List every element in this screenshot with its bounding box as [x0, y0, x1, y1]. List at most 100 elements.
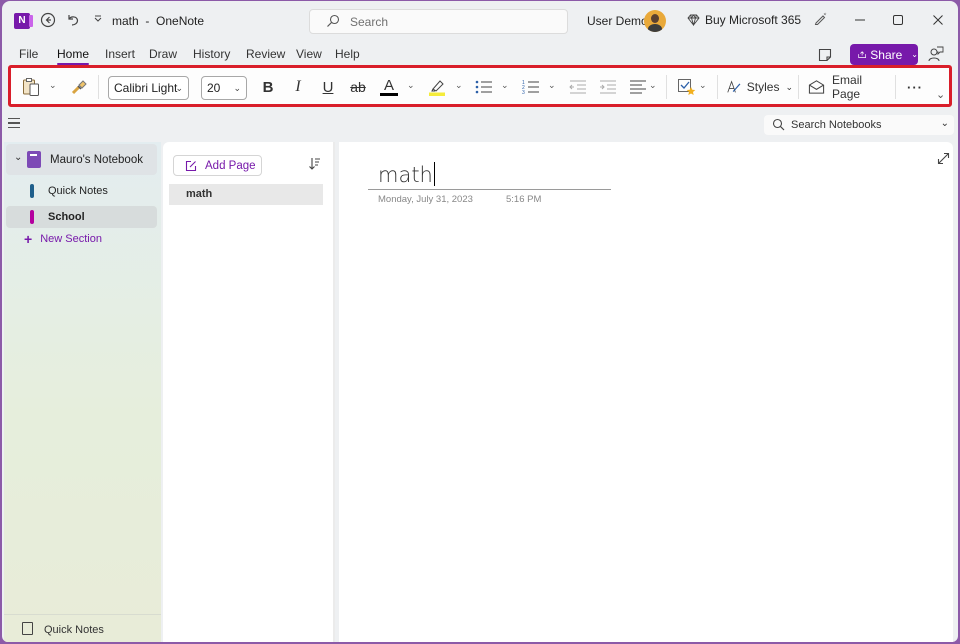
font-color-button[interactable]: A	[379, 76, 399, 98]
new-section-button[interactable]: + New Section	[24, 232, 102, 246]
maximize-button[interactable]	[888, 11, 908, 31]
italic-button[interactable]: I	[289, 76, 307, 98]
avatar[interactable]	[644, 10, 666, 32]
increase-indent-button[interactable]	[598, 76, 618, 98]
format-painter-icon[interactable]	[69, 76, 89, 98]
buy-microsoft-365-label: Buy Microsoft 365	[705, 13, 802, 27]
notebook-item[interactable]: ⌄ Mauro's Notebook	[6, 144, 157, 175]
share-button[interactable]: Share ⌄	[850, 44, 918, 65]
quick-notes-footer-label: Quick Notes	[44, 624, 104, 636]
styles-icon	[727, 80, 741, 93]
page-date: Monday, July 31, 2023	[378, 194, 473, 205]
separator	[666, 75, 667, 99]
font-name-dropdown[interactable]: Calibri Light ⌄	[108, 76, 189, 100]
close-button[interactable]	[928, 11, 948, 31]
search-notebooks-box[interactable]: Search Notebooks ⌄	[764, 115, 954, 135]
page-item-math[interactable]: math	[169, 184, 323, 205]
more-options-button[interactable]: ···	[904, 76, 926, 98]
underline-button[interactable]: U	[319, 76, 337, 98]
paste-dropdown-icon[interactable]: ⌄	[49, 80, 57, 91]
tab-review[interactable]: Review	[246, 47, 285, 61]
add-page-button[interactable]: Add Page	[173, 155, 262, 176]
minimize-button[interactable]	[850, 11, 870, 31]
sort-icon[interactable]	[308, 157, 321, 174]
back-icon[interactable]	[39, 12, 57, 30]
paragraph-alignment-button[interactable]	[628, 76, 648, 98]
search-box[interactable]: Search	[309, 9, 568, 34]
section-color-tab-icon	[30, 184, 34, 198]
window-title: math - OneNote	[112, 14, 205, 28]
notebook-sidebar: ⌄ Mauro's Notebook Quick Notes School + …	[4, 142, 161, 642]
section-item-quick-notes[interactable]: Quick Notes	[6, 180, 157, 202]
share-icon	[858, 51, 866, 58]
pen-icon[interactable]	[810, 11, 830, 31]
chevron-down-icon: ⌄	[233, 83, 241, 93]
tab-help[interactable]: Help	[335, 47, 360, 61]
ribbon-tabs: File Home Insert Draw History Review Vie…	[2, 43, 958, 65]
svg-text:3: 3	[522, 90, 525, 95]
email-page-label: Email Page	[832, 73, 863, 101]
tag-dropdown-icon[interactable]: ⌄	[699, 80, 707, 91]
font-color-swatch	[380, 93, 398, 96]
chevron-down-icon: ⌄	[785, 81, 793, 92]
page-list-pane: Add Page math	[163, 142, 335, 642]
chevron-down-icon: ⌄	[175, 83, 183, 93]
font-size-dropdown[interactable]: 20 ⌄	[201, 76, 247, 100]
new-section-label: New Section	[40, 233, 102, 245]
font-name-value: Calibri Light	[114, 81, 178, 95]
highlight-dropdown-icon[interactable]: ⌄	[455, 80, 463, 91]
sticky-note-icon[interactable]	[818, 48, 832, 62]
share-dropdown-icon[interactable]: ⌄	[911, 50, 918, 59]
section-color-tab-icon	[30, 210, 34, 224]
increase-indent-icon	[600, 80, 616, 94]
tab-home[interactable]: Home	[57, 47, 90, 65]
email-page-button[interactable]: Email Page	[808, 73, 890, 101]
bullet-list-icon	[475, 80, 492, 94]
numbering-button[interactable]: 123	[521, 76, 541, 98]
section-label: School	[48, 211, 85, 223]
highlight-button[interactable]	[427, 76, 447, 98]
styles-label: Styles	[746, 80, 780, 94]
feedback-icon[interactable]	[928, 46, 944, 62]
home-ribbon: ⌄ Calibri Light ⌄ 20 ⌄ B I U ab A ⌄ ⌄ ⌄	[8, 65, 952, 107]
numbering-dropdown-icon[interactable]: ⌄	[548, 80, 556, 91]
search-placeholder: Search	[350, 15, 389, 29]
font-color-glyph: A	[383, 77, 394, 94]
tab-view[interactable]: View	[296, 47, 322, 61]
highlighter-icon	[429, 80, 445, 96]
search-icon	[772, 118, 785, 131]
tab-file[interactable]: File	[19, 47, 38, 61]
styles-button[interactable]: Styles ⌄	[727, 76, 793, 98]
onenote-window: N math - OneNote Search User Demo Buy Mi…	[2, 1, 958, 642]
bold-button[interactable]: B	[259, 76, 277, 98]
user-name[interactable]: User Demo	[587, 14, 648, 28]
decrease-indent-button[interactable]	[568, 76, 588, 98]
font-color-dropdown-icon[interactable]: ⌄	[407, 80, 415, 91]
chevron-down-icon[interactable]: ⌄	[941, 118, 949, 129]
alignment-dropdown-icon[interactable]: ⌄	[649, 80, 657, 91]
numbered-list-icon: 123	[522, 80, 539, 95]
bullets-dropdown-icon[interactable]: ⌄	[501, 80, 509, 91]
tab-draw[interactable]: Draw	[149, 47, 177, 61]
undo-icon[interactable]	[64, 12, 82, 30]
expand-ribbon-icon[interactable]: ⌄	[936, 88, 945, 101]
onenote-logo-icon: N	[14, 13, 33, 29]
page-title[interactable]: math	[378, 162, 435, 187]
tab-history[interactable]: History	[193, 47, 230, 61]
strikethrough-button[interactable]: ab	[347, 76, 369, 98]
section-item-school[interactable]: School	[6, 206, 157, 228]
bullets-button[interactable]	[474, 76, 494, 98]
tag-button[interactable]	[676, 76, 698, 98]
font-size-value: 20	[207, 81, 221, 95]
chevron-down-icon[interactable]: ⌄	[14, 152, 22, 163]
paste-icon[interactable]	[21, 76, 41, 98]
full-page-view-icon[interactable]	[937, 152, 950, 168]
tab-insert[interactable]: Insert	[105, 47, 135, 61]
buy-microsoft-365-button[interactable]: Buy Microsoft 365	[687, 13, 801, 27]
title-bar: N math - OneNote Search User Demo Buy Mi…	[2, 1, 958, 41]
quick-notes-footer[interactable]: Quick Notes	[4, 614, 161, 642]
page-canvas[interactable]: math Monday, July 31, 2023 5:16 PM	[339, 142, 953, 642]
align-left-icon	[630, 80, 646, 94]
navigation-toggle-icon[interactable]	[8, 118, 20, 128]
customize-quick-access-icon[interactable]	[89, 12, 107, 30]
